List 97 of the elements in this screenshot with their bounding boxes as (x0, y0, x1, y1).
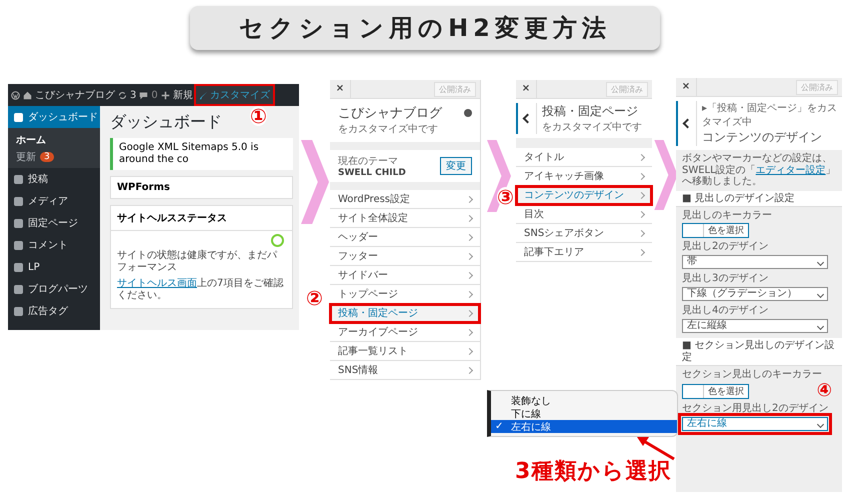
menu-item[interactable]: 目次 (516, 205, 652, 224)
editor-settings-link[interactable]: エディター設定 (756, 164, 826, 176)
color-picker-button[interactable]: 色を選択 (682, 223, 749, 238)
menu-icon (14, 262, 23, 272)
menu-icon (14, 240, 23, 250)
sidebar-item[interactable]: ブログパーツ (8, 278, 100, 300)
widget-title: サイトヘルスステータス (111, 206, 292, 231)
dropdown-option[interactable]: 装飾なし (491, 394, 677, 407)
select-field[interactable]: 左に縦線 (682, 319, 828, 333)
theme-name: SWELL CHILD (338, 168, 406, 178)
page-heading: ダッシュボード (110, 112, 222, 133)
menu-icon (14, 218, 23, 228)
update-count[interactable]: 3 (130, 90, 136, 100)
menu-item[interactable]: サイドバー (330, 266, 480, 285)
menu-item[interactable]: タイトル (516, 148, 652, 167)
customize-link[interactable]: カスタマイズ (196, 86, 273, 104)
arrow-drawing (636, 435, 676, 461)
submenu-label: 更新 (16, 150, 36, 164)
section-header: ■ セクション見出しのデザイン設定 (676, 338, 842, 366)
sidebar-item[interactable]: コメント (8, 234, 100, 256)
field-label: 見出し2のデザイン (682, 241, 768, 253)
panel-title: 投稿・固定ページ (542, 103, 639, 120)
brush-icon (198, 90, 208, 100)
menu-icon (14, 196, 23, 206)
sidebar-item[interactable]: 投稿 (8, 168, 100, 190)
close-button[interactable]: × (330, 80, 351, 98)
field-label: 見出し3のデザイン (682, 273, 768, 285)
menu-item[interactable]: 投稿・固定ページ (330, 304, 480, 323)
panel-title: コンテンツのデザイン (702, 129, 823, 146)
close-button[interactable]: × (676, 78, 697, 96)
menu-item[interactable]: 記事下エリア (516, 243, 652, 262)
comment-icon[interactable] (139, 90, 148, 100)
submenu-label: ホーム (16, 134, 46, 146)
menu-item[interactable]: アーカイブページ (330, 323, 480, 342)
menu-icon (14, 112, 23, 122)
sidebar-item[interactable]: ダッシュボード (8, 106, 100, 128)
customize-label: カスタマイズ (210, 89, 270, 102)
submenu-item[interactable]: 更新 3 (8, 148, 100, 165)
comment-count[interactable]: 0 (151, 90, 158, 100)
dropdown-option[interactable]: 下に線 (491, 407, 677, 420)
breadcrumb: ▸「投稿・固定ページ」をカスタマイズ中 (702, 102, 838, 129)
change-button[interactable]: 変更 (440, 157, 472, 175)
dropdown-option[interactable]: ✓ 左右に線 (491, 420, 677, 433)
panel-subtitle: をカスタマイズ中です (542, 120, 642, 134)
house-icon[interactable] (23, 90, 32, 100)
health-sentence: サイトヘルス画面上の7項目をご確認ください。 (116, 276, 284, 303)
menu-item[interactable]: トップページ (330, 285, 480, 304)
back-button[interactable] (676, 101, 697, 146)
field-label: セクション見出しのキーカラー (682, 369, 822, 381)
menu-item[interactable]: 記事一覧リスト (330, 342, 480, 361)
title-banner: セクション用のH2変更方法 (190, 6, 660, 50)
ring-icon (271, 234, 284, 247)
menu-item[interactable]: SNS情報 (330, 361, 480, 380)
site-name-link[interactable]: こびシャナブログ (35, 88, 115, 102)
health-text: サイトの状態は健康ですが、まだパフォーマンス (116, 248, 278, 275)
field-label: 見出しのキーカラー (682, 210, 772, 222)
select-field[interactable]: 下線（グラデーション） (682, 287, 828, 301)
submenu-item[interactable]: ホーム (8, 131, 100, 148)
menu-item[interactable]: フッター (330, 247, 480, 266)
sidebar-item[interactable]: 固定ページ (8, 212, 100, 234)
logo-icon[interactable] (11, 90, 20, 100)
menu-item[interactable]: WordPress設定 (330, 190, 480, 209)
sidebar-item[interactable]: LP (8, 256, 100, 278)
select-field[interactable]: 帯 (682, 255, 828, 269)
callout-text: 3種類から選択 (515, 458, 672, 486)
menu-item[interactable]: コンテンツのデザイン (516, 186, 652, 205)
step-number: ② (306, 288, 323, 308)
back-button[interactable] (516, 103, 537, 134)
panel-title: こびシャナブログ (338, 105, 442, 122)
chevron-arrow-icon (301, 140, 329, 224)
menu-item[interactable]: ヘッダー (330, 228, 480, 247)
close-button[interactable]: × (516, 80, 537, 98)
step-number: ④ (816, 382, 832, 400)
info-text: ボタンやマーカーなどの設定は、SWELL設定の「エディター設定」へ移動しました。 (681, 152, 837, 189)
help-icon[interactable] (464, 109, 472, 117)
refresh-icon[interactable] (118, 90, 127, 100)
health-link[interactable]: サイトヘルス画面 (117, 278, 197, 289)
sidebar-item[interactable]: メディア (8, 190, 100, 212)
notice-banner: Google XML Sitemaps 5.0 is around the co (110, 138, 293, 170)
widget-title: WPForms (110, 176, 293, 199)
count-badge: 3 (40, 152, 54, 162)
new-menu[interactable]: 新規 (172, 88, 193, 102)
theme-label: 現在のテーマ (338, 155, 399, 168)
color-picker-button[interactable]: 色を選択 (682, 384, 749, 398)
menu-icon (14, 306, 23, 316)
section-header: ■ 見出しのデザイン設定 (676, 190, 842, 207)
field-label: セクション用見出し2のデザイン (682, 403, 828, 415)
menu-item[interactable]: サイト全体設定 (330, 209, 480, 228)
field-label: 見出し4のデザイン (682, 305, 768, 317)
menu-icon (14, 174, 23, 184)
menu-item[interactable]: SNSシェアボタン (516, 224, 652, 243)
plus-icon[interactable] (160, 90, 170, 100)
sidebar-item[interactable]: 広告タグ (8, 300, 100, 322)
panel-subtitle: をカスタマイズ中です (338, 122, 439, 136)
menu-item[interactable]: アイキャッチ画像 (516, 167, 652, 186)
menu-icon (14, 284, 23, 294)
step-number: ③ (497, 187, 514, 207)
